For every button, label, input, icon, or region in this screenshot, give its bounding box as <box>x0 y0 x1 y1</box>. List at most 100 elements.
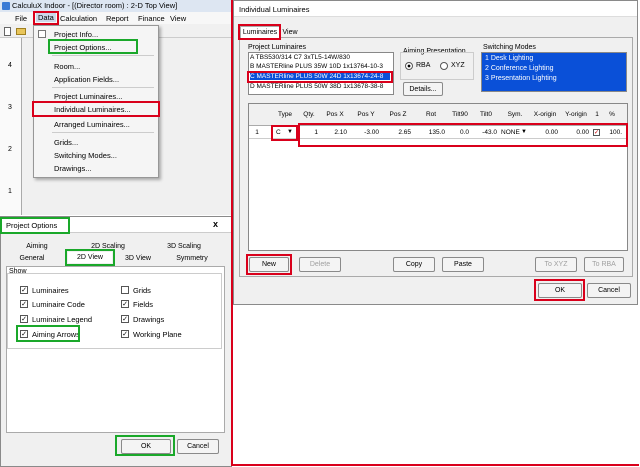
menu-item-grids[interactable]: Grids... <box>54 138 78 147</box>
switching-modes-label: Switching Modes <box>483 44 536 51</box>
luminaire-list-item-b[interactable]: B MASTERline PLUS 35W 10D 1x13764-10-3 <box>250 63 390 70</box>
grid-cell-rot[interactable]: 135.0 <box>415 129 445 136</box>
paste-button[interactable]: Paste <box>442 257 484 272</box>
open-folder-icon[interactable] <box>16 28 26 35</box>
grid-cell-tilt0[interactable]: -43.0 <box>473 129 497 136</box>
menu-item-application-fields[interactable]: Application Fields... <box>54 75 119 84</box>
grid-header-rot: Rot <box>425 111 437 118</box>
checkbox-drawings[interactable]: ✓ <box>121 315 129 323</box>
copy-button[interactable]: Copy <box>393 257 435 272</box>
project-options-cancel-button[interactable]: Cancel <box>177 439 219 454</box>
grid-header-pos-y: Pos Y <box>357 111 375 118</box>
label-aiming-arrows: Aiming Arrows <box>32 330 80 339</box>
switching-mode-3[interactable]: 3 Presentation Lighting <box>485 75 557 82</box>
menu-item-arranged-luminaires[interactable]: Arranged Luminaires... <box>54 120 130 129</box>
tab-luminaires[interactable]: Luminaires <box>240 26 280 38</box>
menu-file[interactable]: File <box>15 14 27 23</box>
grid-header-tilt0: Tilt0 <box>479 111 493 118</box>
delete-button[interactable]: Delete <box>299 257 341 272</box>
to-xyz-button[interactable]: To XYZ <box>535 257 577 272</box>
type-dropdown-icon[interactable]: ▼ <box>287 129 293 135</box>
sym-dropdown-icon[interactable]: ▼ <box>521 129 527 135</box>
individual-luminaires-title-bar: Individual Luminaires <box>234 1 637 17</box>
tab-view[interactable]: View <box>280 27 300 38</box>
switch-checkbox-icon[interactable]: ✓ <box>593 129 600 136</box>
radio-xyz-label: XYZ <box>451 62 465 69</box>
switching-mode-2[interactable]: 2 Conference Lighting <box>485 65 554 72</box>
luminaire-list-item-c[interactable]: C MASTERline PLUS 50W 24D 1x13674-24-8 <box>250 73 390 80</box>
radio-rba[interactable] <box>405 62 413 70</box>
grid-cell-qty[interactable]: 1 <box>298 129 318 136</box>
menu-data[interactable]: Data <box>36 13 56 22</box>
new-button[interactable]: New <box>249 257 289 272</box>
checkbox-luminaire-legend[interactable]: ✓ <box>20 315 28 323</box>
menu-item-drawings[interactable]: Drawings... <box>54 164 92 173</box>
ruler-tick-3: 3 <box>8 104 12 111</box>
ruler-tick-2: 2 <box>8 146 12 153</box>
to-rba-button[interactable]: To RBA <box>584 257 624 272</box>
menu-report[interactable]: Report <box>106 14 129 23</box>
label-luminaires: Luminaires <box>32 286 69 295</box>
ruler-tick-4: 4 <box>8 62 12 69</box>
label-grids: Grids <box>133 286 151 295</box>
grid-header-pos-z: Pos Z <box>389 111 407 118</box>
grid-cell-pos-z[interactable]: 2.65 <box>383 129 411 136</box>
radio-xyz[interactable] <box>440 62 448 70</box>
radio-rba-label: RBA <box>416 62 431 69</box>
checkbox-aiming-arrows[interactable]: ✓ <box>20 330 28 338</box>
luminaire-list-item-d[interactable]: D MASTERline PLUS 50W 38D 1x13678-38-8 <box>250 83 390 90</box>
project-options-ok-button[interactable]: OK <box>121 439 171 454</box>
tab-general[interactable]: General <box>6 253 58 264</box>
tab-2d-view[interactable]: 2D View <box>68 252 112 263</box>
grid-cell-sym[interactable]: NONE <box>501 129 521 136</box>
menu-project-info-icon <box>38 30 46 38</box>
tab-3d-scaling[interactable]: 3D Scaling <box>152 241 216 252</box>
menu-separator-3 <box>52 132 154 133</box>
menu-calculation[interactable]: Calculation <box>60 14 97 23</box>
luminaire-list-item-a[interactable]: A TBS530/314 C7 3xTL5-14W/830 <box>250 54 390 61</box>
grid-cell-type[interactable]: C <box>276 129 286 136</box>
individual-luminaires-title: Individual Luminaires <box>239 5 310 14</box>
grid-header-pct: % <box>609 111 615 118</box>
checkbox-fields[interactable]: ✓ <box>121 300 129 308</box>
grid-cell-tilt90[interactable]: 0.0 <box>449 129 469 136</box>
menu-finance[interactable]: Finance <box>138 14 165 23</box>
checkbox-luminaires[interactable]: ✓ <box>20 286 28 294</box>
checkbox-luminaire-code[interactable]: ✓ <box>20 300 28 308</box>
label-fields: Fields <box>133 300 154 309</box>
grid-header-1: 1 <box>595 111 599 118</box>
details-button[interactable]: Details... <box>403 82 443 96</box>
close-icon[interactable]: x <box>213 219 218 229</box>
menu-view[interactable]: View <box>170 14 186 23</box>
grid-cell-pos-x[interactable]: 2.10 <box>321 129 347 136</box>
menu-item-switching-modes[interactable]: Switching Modes... <box>54 151 117 160</box>
grid-cell-pct[interactable]: 100. <box>604 129 622 136</box>
checkbox-grids[interactable] <box>121 286 129 294</box>
app-title: CalculuX Indoor - [(Director room) : 2-D… <box>12 1 178 10</box>
individual-luminaires-cancel-button[interactable]: Cancel <box>587 283 631 298</box>
ruler-tick-1: 1 <box>8 188 12 195</box>
individual-luminaires-ok-button[interactable]: OK <box>538 283 582 298</box>
tab-aiming[interactable]: Aiming <box>12 241 62 252</box>
menu-item-project-info[interactable]: Project Info... <box>54 30 98 39</box>
tab-2d-scaling[interactable]: 2D Scaling <box>76 241 140 252</box>
grid-header-pos-x: Pos X <box>326 111 344 118</box>
grid-cell-pos-y[interactable]: -3.00 <box>351 129 379 136</box>
grid-row-number: 1 <box>255 129 259 136</box>
menu-item-individual-luminaires[interactable]: Individual Luminaires... <box>54 105 131 114</box>
tab-3d-view[interactable]: 3D View <box>116 253 160 264</box>
menubar: File Data Calculation Report Finance Vie… <box>0 12 232 24</box>
menu-item-project-luminaires[interactable]: Project Luminaires... <box>54 92 122 101</box>
tab-symmetry[interactable]: Symmetry <box>166 253 218 264</box>
switching-mode-1[interactable]: 1 Desk Lighting <box>485 55 533 62</box>
grid-cell-y-origin[interactable]: 0.00 <box>561 129 589 136</box>
checkbox-working-plane[interactable]: ✓ <box>121 330 129 338</box>
menu-item-project-options[interactable]: Project Options... <box>54 43 112 52</box>
grid-cell-x-origin[interactable]: 0.00 <box>530 129 558 136</box>
label-luminaire-code: Luminaire Code <box>32 300 85 309</box>
app-icon <box>2 2 10 10</box>
menu-item-room[interactable]: Room... <box>54 62 80 71</box>
new-file-icon[interactable] <box>4 27 11 36</box>
grid-header-y-origin: Y-origin <box>565 111 587 118</box>
vertical-ruler: 4 3 2 1 <box>0 38 22 215</box>
